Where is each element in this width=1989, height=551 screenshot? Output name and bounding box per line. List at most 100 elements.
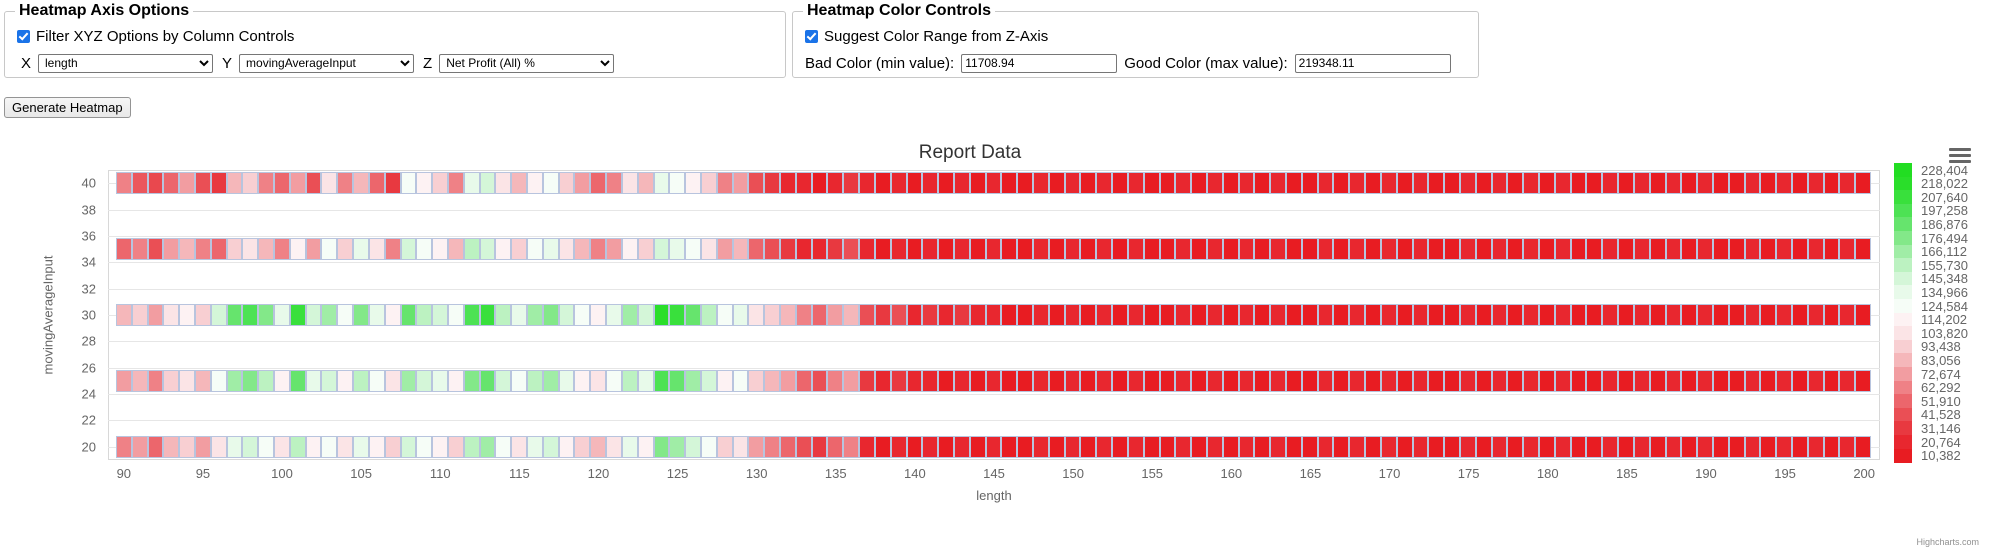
heatmap-cell[interactable] [1807, 304, 1824, 326]
heatmap-cell[interactable] [432, 172, 448, 195]
heatmap-cell[interactable] [289, 304, 306, 326]
heatmap-cell[interactable] [226, 304, 243, 326]
heatmap-cell[interactable] [1412, 304, 1429, 326]
heatmap-cell[interactable] [953, 172, 970, 195]
heatmap-cell[interactable] [574, 304, 591, 326]
heatmap-cell[interactable] [289, 172, 306, 195]
heatmap-cell[interactable] [368, 238, 385, 261]
heatmap-cell[interactable] [1017, 304, 1034, 326]
heatmap-cell[interactable] [1380, 435, 1397, 458]
heatmap-cell[interactable] [1776, 304, 1793, 326]
heatmap-cell[interactable] [985, 172, 1002, 195]
heatmap-cell[interactable] [1855, 172, 1872, 195]
heatmap-cell[interactable] [384, 304, 401, 326]
heatmap-cell[interactable] [700, 369, 717, 392]
heatmap-cell[interactable] [1080, 435, 1097, 458]
heatmap-cell[interactable] [1665, 435, 1682, 458]
heatmap-cell[interactable] [163, 172, 180, 195]
heatmap-cell[interactable] [1618, 172, 1634, 195]
heatmap-cell[interactable] [226, 435, 243, 458]
heatmap-cell[interactable] [827, 304, 844, 326]
heatmap-cell[interactable] [811, 304, 828, 326]
heatmap-cell[interactable] [669, 238, 686, 261]
heatmap-cell[interactable] [811, 238, 828, 261]
heatmap-cell[interactable] [938, 304, 954, 326]
heatmap-cell[interactable] [194, 304, 211, 326]
heatmap-cell[interactable] [1349, 369, 1366, 392]
heatmap-cell[interactable] [874, 172, 891, 195]
heatmap-cell[interactable] [1365, 172, 1381, 195]
heatmap-cell[interactable] [194, 172, 211, 195]
heatmap-cell[interactable] [1823, 172, 1840, 195]
heatmap-cell[interactable] [621, 172, 638, 195]
heatmap-cell[interactable] [685, 172, 701, 195]
heatmap-cell[interactable] [1444, 238, 1460, 261]
heatmap-cell[interactable] [843, 435, 860, 458]
heatmap-cell[interactable] [353, 369, 369, 392]
heatmap-cell[interactable] [1206, 435, 1223, 458]
heatmap-cell[interactable] [1681, 369, 1698, 392]
heatmap-cell[interactable] [210, 435, 227, 458]
heatmap-cell[interactable] [1712, 172, 1729, 195]
heatmap-cell[interactable] [1175, 369, 1192, 392]
heatmap-cell[interactable] [1017, 435, 1034, 458]
heatmap-cell[interactable] [874, 238, 891, 261]
heatmap-cell[interactable] [258, 435, 275, 458]
heatmap-cell[interactable] [637, 238, 654, 261]
heatmap-cell[interactable] [732, 172, 749, 195]
heatmap-cell[interactable] [115, 238, 132, 261]
heatmap-cell[interactable] [938, 369, 954, 392]
heatmap-cell[interactable] [131, 369, 148, 392]
heatmap-cell[interactable] [1365, 304, 1381, 326]
heatmap-cell[interactable] [479, 304, 496, 326]
heatmap-cell[interactable] [416, 172, 433, 195]
heatmap-cell[interactable] [716, 369, 733, 392]
heatmap-cell[interactable] [1191, 304, 1207, 326]
heatmap-cell[interactable] [194, 238, 211, 261]
heatmap-cell[interactable] [226, 238, 243, 261]
heatmap-cell[interactable] [495, 304, 512, 326]
heatmap-cell[interactable] [1270, 238, 1287, 261]
heatmap-cell[interactable] [1064, 172, 1081, 195]
heatmap-cell[interactable] [1602, 238, 1619, 261]
heatmap-cell[interactable] [242, 435, 259, 458]
heatmap-cell[interactable] [1048, 172, 1065, 195]
heatmap-cell[interactable] [1507, 369, 1524, 392]
heatmap-cell[interactable] [447, 369, 464, 392]
heatmap-cell[interactable] [606, 369, 622, 392]
heatmap-cell[interactable] [1523, 369, 1540, 392]
heatmap-cell[interactable] [1001, 369, 1018, 392]
heatmap-cell[interactable] [938, 172, 954, 195]
heatmap-cell[interactable] [1586, 172, 1603, 195]
heatmap-cell[interactable] [1539, 238, 1555, 261]
heatmap-cell[interactable] [890, 369, 907, 392]
heatmap-cell[interactable] [953, 369, 970, 392]
heatmap-cell[interactable] [1127, 369, 1144, 392]
heatmap-cell[interactable] [985, 435, 1002, 458]
heatmap-cell[interactable] [1033, 238, 1049, 261]
heatmap-cell[interactable] [447, 172, 464, 195]
heatmap-cell[interactable] [922, 172, 939, 195]
heatmap-cell[interactable] [115, 304, 132, 326]
heatmap-cell[interactable] [1254, 238, 1271, 261]
heatmap-cell[interactable] [1001, 435, 1018, 458]
heatmap-cell[interactable] [590, 172, 607, 195]
heatmap-cell[interactable] [274, 369, 290, 392]
heatmap-cell[interactable] [1554, 172, 1571, 195]
heatmap-cell[interactable] [1839, 304, 1856, 326]
heatmap-cell[interactable] [906, 435, 923, 458]
heatmap-cell[interactable] [274, 435, 290, 458]
heatmap-cell[interactable] [1618, 238, 1634, 261]
heatmap-cell[interactable] [764, 369, 781, 392]
heatmap-cell[interactable] [1586, 238, 1603, 261]
heatmap-cell[interactable] [953, 238, 970, 261]
heatmap-cell[interactable] [859, 369, 875, 392]
heatmap-cell[interactable] [1048, 435, 1065, 458]
heatmap-cell[interactable] [732, 435, 749, 458]
heatmap-cell[interactable] [1112, 435, 1128, 458]
heatmap-cell[interactable] [780, 369, 796, 392]
heatmap-cell[interactable] [1823, 435, 1840, 458]
heatmap-cell[interactable] [1539, 172, 1555, 195]
heatmap-cell[interactable] [1143, 304, 1160, 326]
heatmap-cell[interactable] [432, 304, 448, 326]
